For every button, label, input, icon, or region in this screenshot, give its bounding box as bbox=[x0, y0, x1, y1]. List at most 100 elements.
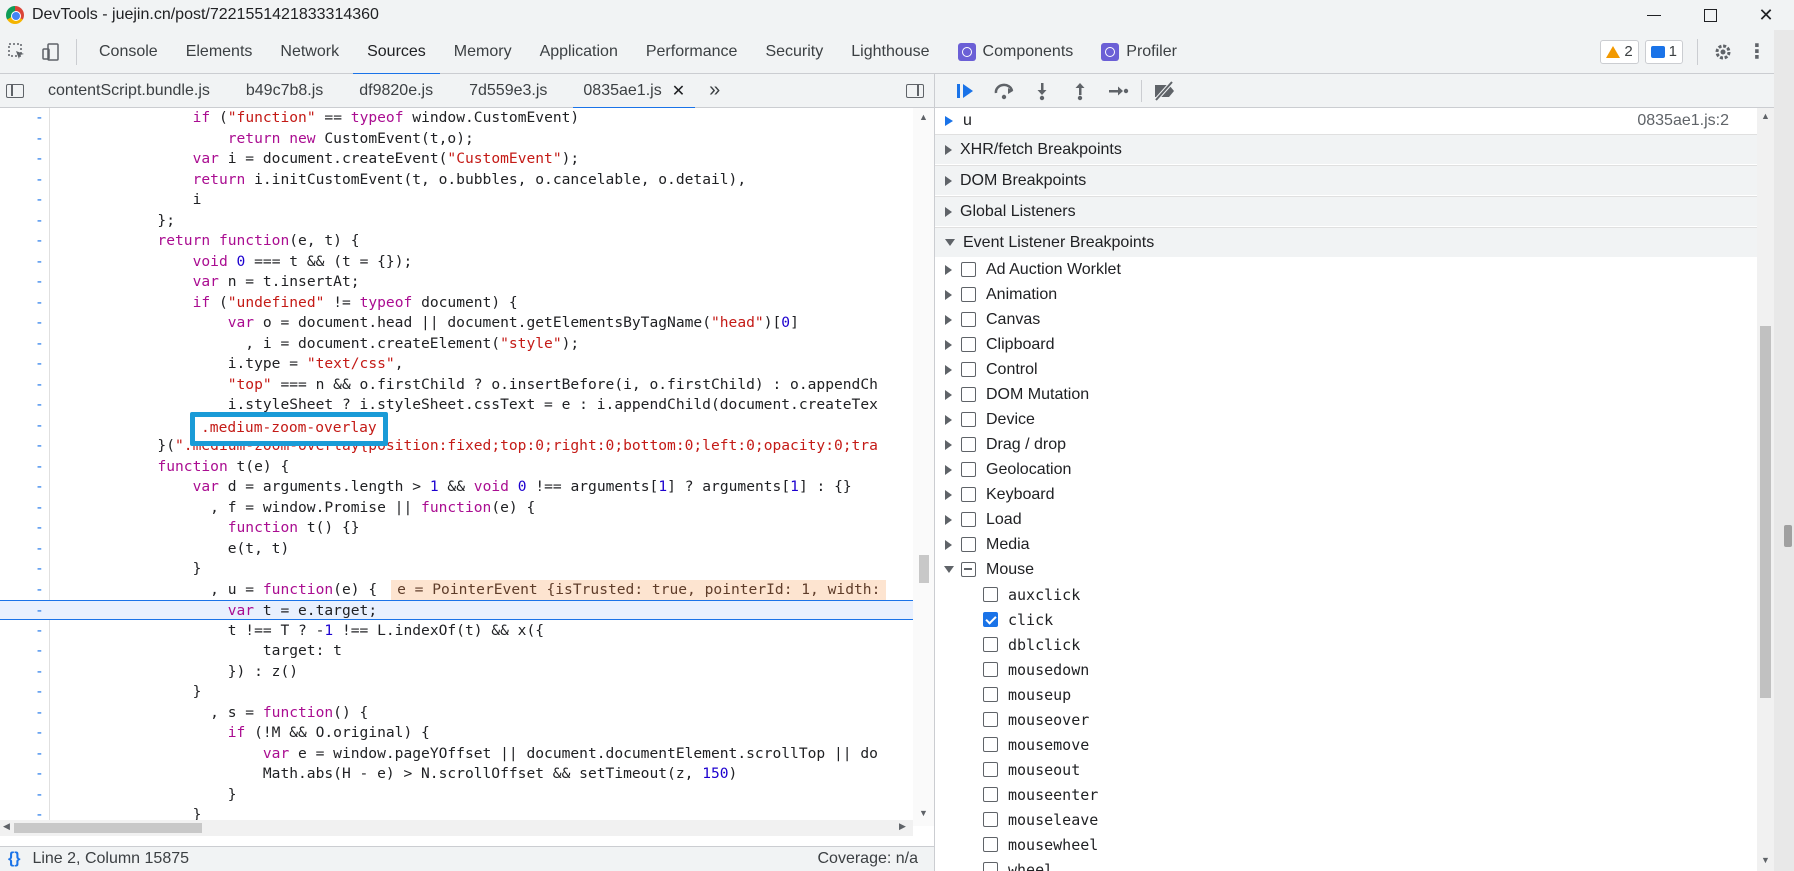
tab-elements[interactable]: Elements bbox=[172, 30, 267, 74]
device-toolbar-button[interactable] bbox=[34, 30, 68, 74]
category-checkbox[interactable] bbox=[961, 262, 976, 277]
line-marker[interactable]: - bbox=[35, 785, 47, 805]
event-wheel[interactable]: wheel bbox=[935, 857, 1757, 871]
file-tab-0835ae1-js[interactable]: 0835ae1.js ✕ bbox=[565, 74, 703, 109]
tab-console[interactable]: Console bbox=[85, 30, 172, 74]
category-device[interactable]: Device bbox=[935, 407, 1757, 432]
event-checkbox[interactable] bbox=[983, 812, 998, 827]
code-line[interactable]: - }; bbox=[0, 211, 913, 231]
line-marker[interactable]: - bbox=[35, 334, 47, 354]
code-line[interactable]: - }) : z() bbox=[0, 662, 913, 682]
collapsed-triangle-icon[interactable] bbox=[945, 389, 952, 400]
line-marker[interactable]: - bbox=[35, 416, 47, 436]
line-marker[interactable]: - bbox=[35, 662, 47, 682]
category-media[interactable]: Media bbox=[935, 532, 1757, 557]
collapsed-triangle-icon[interactable] bbox=[945, 339, 952, 350]
category-checkbox[interactable] bbox=[961, 462, 976, 477]
event-mousedown[interactable]: mousedown bbox=[935, 657, 1757, 682]
scroll-down-icon[interactable]: ▼ bbox=[919, 808, 928, 818]
line-marker[interactable]: - bbox=[35, 518, 47, 538]
line-marker[interactable]: - bbox=[35, 764, 47, 784]
code-line[interactable]: - , s = function() { bbox=[0, 703, 913, 723]
code-line[interactable]: - Math.abs(H - e) > N.scrollOffset && se… bbox=[0, 764, 913, 784]
event-auxclick[interactable]: auxclick bbox=[935, 582, 1757, 607]
category-checkbox[interactable] bbox=[961, 537, 976, 552]
category-checkbox[interactable] bbox=[961, 562, 976, 577]
category-checkbox[interactable] bbox=[961, 312, 976, 327]
category-canvas[interactable]: Canvas bbox=[935, 307, 1757, 332]
tab-application[interactable]: Application bbox=[526, 30, 632, 74]
step-out-button[interactable] bbox=[1061, 74, 1099, 108]
code-line[interactable]: - } bbox=[0, 785, 913, 805]
more-tabs-button[interactable]: » bbox=[703, 74, 726, 108]
close-tab-icon[interactable]: ✕ bbox=[672, 81, 685, 101]
code-editor[interactable]: - if ("function" == typeof window.Custom… bbox=[0, 108, 934, 826]
line-marker[interactable]: - bbox=[35, 354, 47, 374]
section-xhr-fetch-breakpoints[interactable]: XHR/fetch Breakpoints bbox=[935, 134, 1757, 164]
tab-profiler[interactable]: Profiler bbox=[1087, 30, 1191, 74]
event-mouseleave[interactable]: mouseleave bbox=[935, 807, 1757, 832]
editor-vertical-scrollbar[interactable]: ▲ ▼ bbox=[913, 108, 934, 826]
code-line[interactable]: - var d = arguments.length > 1 && void 0… bbox=[0, 477, 913, 497]
line-marker[interactable]: - bbox=[35, 293, 47, 313]
line-marker[interactable]: - bbox=[35, 477, 47, 497]
event-checkbox[interactable] bbox=[983, 687, 998, 702]
step-button[interactable] bbox=[1099, 74, 1137, 108]
code-line[interactable]: - var i = document.createEvent("CustomEv… bbox=[0, 149, 913, 169]
code-line[interactable]: - }(".medium-zoom-overlay{position:fixed… bbox=[0, 436, 913, 456]
tab-memory[interactable]: Memory bbox=[440, 30, 526, 74]
scroll-up-icon[interactable]: ▲ bbox=[919, 112, 928, 122]
code-line[interactable]: - if ("undefined" != typeof document) { bbox=[0, 293, 913, 313]
collapsed-triangle-icon[interactable] bbox=[945, 539, 952, 550]
line-marker[interactable]: - bbox=[35, 149, 47, 169]
scroll-down-icon[interactable]: ▼ bbox=[1761, 855, 1770, 865]
category-keyboard[interactable]: Keyboard bbox=[935, 482, 1757, 507]
editor-horizontal-scroll-thumb[interactable] bbox=[14, 823, 202, 833]
category-drag-drop[interactable]: Drag / drop bbox=[935, 432, 1757, 457]
close-window-button[interactable]: ✕ bbox=[1738, 0, 1794, 30]
code-line[interactable]: - t !== T ? -1 !== L.indexOf(t) && x({ bbox=[0, 621, 913, 641]
collapsed-triangle-icon[interactable] bbox=[945, 489, 952, 500]
code-line[interactable]: - i.type = "text/css", bbox=[0, 354, 913, 374]
category-load[interactable]: Load bbox=[935, 507, 1757, 532]
event-checkbox[interactable] bbox=[983, 612, 998, 627]
line-marker[interactable]: - bbox=[35, 641, 47, 661]
collapsed-triangle-icon[interactable] bbox=[945, 289, 952, 300]
event-checkbox[interactable] bbox=[983, 787, 998, 802]
collapsed-triangle-icon[interactable] bbox=[945, 264, 952, 275]
collapsed-triangle-icon[interactable] bbox=[945, 314, 952, 325]
code-line[interactable]: - if ("function" == typeof window.Custom… bbox=[0, 108, 913, 128]
event-mousewheel[interactable]: mousewheel bbox=[935, 832, 1757, 857]
code-line[interactable]: - target: t bbox=[0, 641, 913, 661]
line-marker[interactable]: - bbox=[35, 723, 47, 743]
collapsed-triangle-icon[interactable] bbox=[945, 364, 952, 375]
code-line[interactable]: - var o = document.head || document.getE… bbox=[0, 313, 913, 333]
sidebar-scroll-thumb[interactable] bbox=[1760, 326, 1771, 698]
category-geolocation[interactable]: Geolocation bbox=[935, 457, 1757, 482]
expanded-triangle-icon[interactable] bbox=[944, 566, 954, 573]
event-checkbox[interactable] bbox=[983, 587, 998, 602]
event-checkbox[interactable] bbox=[983, 637, 998, 652]
section-global-listeners[interactable]: Global Listeners bbox=[935, 196, 1757, 226]
event-checkbox[interactable] bbox=[983, 737, 998, 752]
tab-network[interactable]: Network bbox=[266, 30, 353, 74]
call-frame-location[interactable]: 0835ae1.js:2 bbox=[1637, 112, 1729, 130]
event-mouseover[interactable]: mouseover bbox=[935, 707, 1757, 732]
more-options-button[interactable]: ⋮ bbox=[1740, 30, 1774, 74]
maximize-button[interactable] bbox=[1682, 0, 1738, 30]
category-checkbox[interactable] bbox=[961, 512, 976, 527]
line-marker[interactable]: - bbox=[35, 539, 47, 559]
category-checkbox[interactable] bbox=[961, 337, 976, 352]
code-line[interactable]: - return function(e, t) { bbox=[0, 231, 913, 251]
category-dom-mutation[interactable]: DOM Mutation bbox=[935, 382, 1757, 407]
deactivate-breakpoints-button[interactable] bbox=[1146, 74, 1184, 108]
code-line[interactable]: - var n = t.insertAt; bbox=[0, 272, 913, 292]
event-dblclick[interactable]: dblclick bbox=[935, 632, 1757, 657]
inspect-element-button[interactable] bbox=[0, 30, 34, 74]
code-line[interactable]: - void 0 === t && (t = {}); bbox=[0, 252, 913, 272]
code-line[interactable]: - function t() {} bbox=[0, 518, 913, 538]
line-marker[interactable]: - bbox=[35, 621, 47, 641]
code-line[interactable]: - e(t, t) bbox=[0, 539, 913, 559]
line-marker[interactable]: - bbox=[35, 580, 47, 600]
category-checkbox[interactable] bbox=[961, 387, 976, 402]
